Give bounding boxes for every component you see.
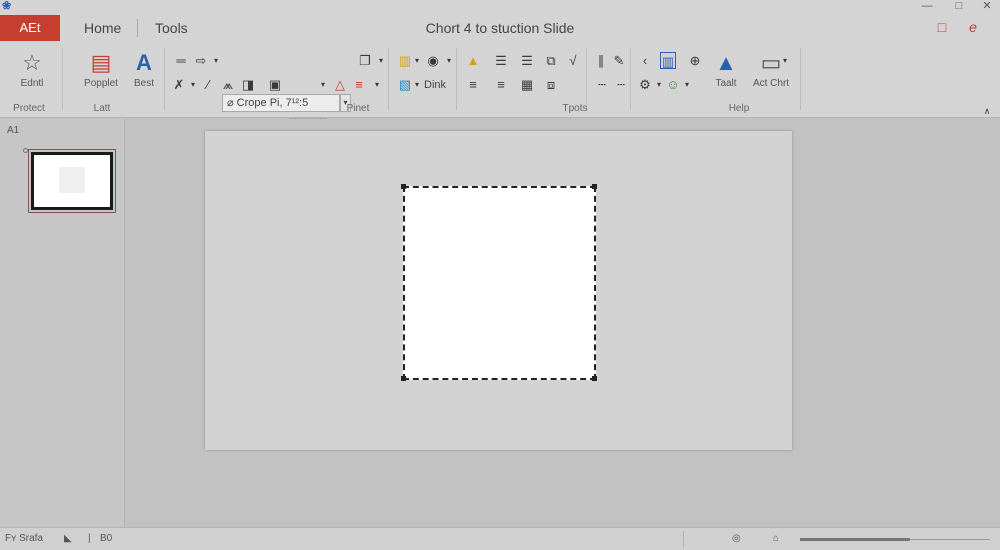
- chevron-down-icon[interactable]: ▾: [368, 76, 386, 94]
- align-left-icon[interactable]: ☰: [492, 52, 510, 70]
- slide-thumbnail-pane: A1: [0, 119, 125, 527]
- font-a-icon: A: [136, 50, 152, 75]
- thumbnail-section-label: A1: [7, 125, 20, 136]
- star-icon: ☆: [22, 50, 42, 75]
- share-icon[interactable]: e: [965, 18, 981, 36]
- group-divider: [586, 48, 587, 110]
- zoom-slider-fill: [800, 538, 910, 541]
- status-bar: Fʏ Srafa ◣ | B0 ◎ ⌂: [0, 527, 1000, 550]
- document-icon: ▤: [90, 50, 112, 75]
- resize-handle[interactable]: [401, 184, 406, 189]
- poppler-button[interactable]: ▤ Popplet: [76, 48, 126, 98]
- font-name-select[interactable]: ⌀ Crope Pi, 7¹²:5: [222, 94, 340, 112]
- ribbon: ☆ Edntl Protect ▤ Popplet A Best Latt ═ …: [0, 42, 1000, 136]
- group-label-tpots: Tpots: [562, 103, 588, 114]
- pencil-icon[interactable]: ✎: [610, 52, 628, 70]
- chevron-down-icon[interactable]: ▾: [678, 76, 696, 94]
- triangle-icon: ▲: [715, 50, 737, 75]
- paste-icon[interactable]: ▣: [266, 76, 284, 94]
- globe-icon[interactable]: ⊕: [686, 52, 704, 70]
- group-divider: [164, 48, 165, 110]
- highlight-icon[interactable]: ◨: [239, 76, 257, 94]
- brush-icon[interactable]: ∕: [199, 76, 217, 94]
- minimize-icon[interactable]: —: [918, 0, 936, 12]
- group-divider: [630, 48, 631, 110]
- bring-forward-icon[interactable]: ⧉: [542, 52, 560, 70]
- tab-home[interactable]: Home: [84, 15, 121, 41]
- group-label-help: Help: [728, 103, 750, 114]
- chevron-down-icon[interactable]: ▾: [207, 52, 225, 70]
- dash-line-icon[interactable]: ┄: [612, 76, 630, 94]
- view-icon[interactable]: ◎: [732, 531, 741, 547]
- connector-icon[interactable]: ‹: [636, 52, 654, 70]
- format-painter-icon[interactable]: ⩕: [219, 76, 237, 94]
- justify-icon[interactable]: ≡: [464, 76, 482, 94]
- chevron-down-icon[interactable]: ▾: [314, 76, 332, 94]
- document-title: Chort 4 to stuction Slide: [425, 20, 575, 36]
- resize-handle[interactable]: [592, 376, 597, 381]
- table-icon[interactable]: ▥: [660, 52, 676, 69]
- pin-icon[interactable]: ◣: [64, 531, 72, 547]
- group-label-pinet: Pinet: [346, 103, 370, 114]
- thumbnail-preview: [31, 152, 113, 210]
- text-color-icon[interactable]: ≡: [350, 76, 368, 94]
- page-number: B0: [100, 533, 113, 544]
- group-divider: [800, 48, 801, 110]
- pen-icon[interactable]: ═: [172, 52, 190, 70]
- mountain-icon[interactable]: ▲: [464, 52, 482, 70]
- group-divider: [456, 48, 457, 110]
- table-button[interactable]: ▲ Taalt: [706, 48, 746, 98]
- close-icon[interactable]: ✕: [978, 0, 996, 12]
- square-icon[interactable]: □: [934, 18, 950, 36]
- zoom-icon[interactable]: ⌂: [773, 531, 779, 547]
- group-label-protect: Protect: [13, 103, 45, 114]
- tab-divider: [137, 19, 138, 37]
- arrange-icon[interactable]: ⧈: [542, 76, 560, 94]
- chevron-down-icon[interactable]: ▾: [776, 52, 794, 70]
- thumbnail-shape: [59, 167, 85, 193]
- dash-line-icon[interactable]: ┄: [593, 76, 611, 94]
- collapse-ribbon-icon[interactable]: ∧: [978, 102, 996, 120]
- best-button[interactable]: A Best: [120, 48, 168, 98]
- app-logo-icon: ❀: [2, 0, 12, 12]
- resize-handle[interactable]: [401, 376, 406, 381]
- calendar-icon[interactable]: ▦: [518, 76, 536, 94]
- warning-icon[interactable]: △: [331, 76, 349, 94]
- slide-thumbnail[interactable]: [28, 149, 116, 213]
- check-mark-icon[interactable]: √: [564, 52, 582, 70]
- group-divider: [388, 48, 389, 110]
- title-bar: ❀ — □ ✕ AEt Home Tools Chort 4 to stucti…: [0, 0, 1000, 42]
- status-text: Fʏ Srafa: [5, 533, 43, 544]
- list-icon[interactable]: ≡: [492, 76, 510, 94]
- file-tab[interactable]: AEt: [0, 15, 60, 41]
- maximize-icon[interactable]: □: [950, 0, 968, 12]
- status-divider: [683, 531, 684, 547]
- edit-button[interactable]: ☆ Edntl: [7, 48, 57, 98]
- resize-handle[interactable]: [592, 184, 597, 189]
- group-label-latt: Latt: [93, 103, 111, 114]
- align-center-icon[interactable]: ☰: [518, 52, 536, 70]
- dink-button[interactable]: Dink: [424, 76, 446, 94]
- line-icon[interactable]: ∥: [592, 52, 610, 70]
- selected-shape[interactable]: [403, 186, 596, 380]
- status-divider: |: [88, 533, 91, 544]
- group-divider: [62, 48, 63, 110]
- tab-tools[interactable]: Tools: [155, 15, 188, 41]
